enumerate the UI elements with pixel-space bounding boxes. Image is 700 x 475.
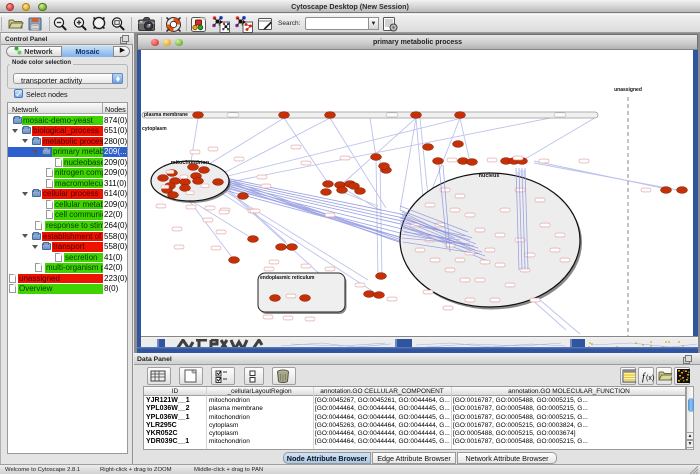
svg-text:unassigned: unassigned bbox=[614, 87, 642, 93]
svg-text:plasma membrane: plasma membrane bbox=[144, 112, 188, 118]
svg-text:(x): (x) bbox=[646, 375, 654, 382]
svg-text:nucleus: nucleus bbox=[479, 173, 500, 179]
svg-text:endoplasmic reticulum: endoplasmic reticulum bbox=[260, 275, 315, 281]
svg-text:cytoplasm: cytoplasm bbox=[142, 126, 167, 132]
